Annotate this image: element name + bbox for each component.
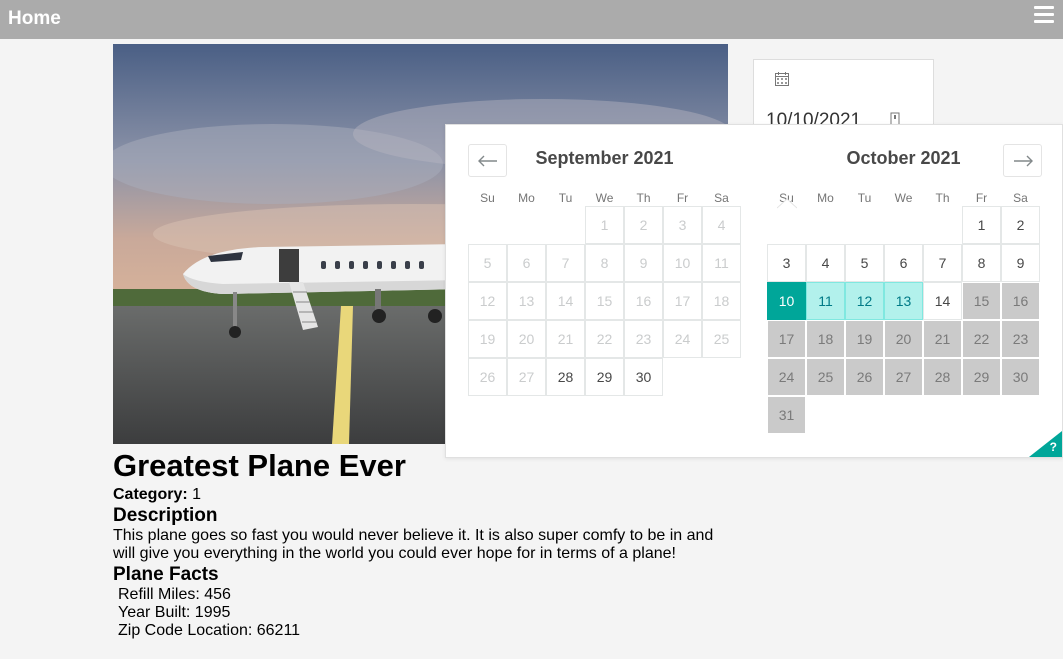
calendar-day[interactable]: 1 [962, 206, 1001, 244]
calendar-day[interactable]: 2 [1001, 206, 1040, 244]
calendar-day: 16 [624, 282, 663, 320]
calendar-day: 10 [663, 244, 702, 282]
calendar-day[interactable]: 19 [845, 320, 884, 358]
calendar-day[interactable]: 24 [767, 358, 806, 396]
calendar-day[interactable]: 3 [767, 244, 806, 282]
calendar-day[interactable]: 15 [962, 282, 1001, 320]
calendar-day: 11 [702, 244, 741, 282]
calendar-day[interactable]: 30 [1001, 358, 1040, 396]
datepicker-popup: September 2021 October 2021 Su Mo Tu We … [445, 124, 1063, 458]
calendar-day[interactable]: 11 [806, 282, 845, 320]
help-toggle-icon[interactable] [1029, 431, 1062, 457]
calendar-day[interactable]: 10 [767, 282, 806, 320]
calendar-day: 3 [663, 206, 702, 244]
home-link[interactable]: Home [8, 8, 61, 30]
calendar-day[interactable]: 14 [923, 282, 962, 320]
facts-heading: Plane Facts [113, 564, 219, 585]
weekday-label: Tu [558, 191, 573, 205]
weekday-label: Mo [518, 191, 535, 205]
calendar-grid-september: 1 2 3 4 5 6 7 8 9 10 11 12 13 14 15 16 17 18 19 20 21 22 23 24 2… [468, 206, 741, 434]
calendar-day: 17 [663, 282, 702, 320]
calendar-day[interactable]: 18 [806, 320, 845, 358]
weekday-label: Th [935, 191, 950, 205]
calendar-day[interactable]: 17 [767, 320, 806, 358]
calendar-day[interactable]: 28 [923, 358, 962, 396]
calendar-day[interactable]: 13 [884, 282, 923, 320]
calendar-day[interactable]: 30 [624, 358, 663, 396]
calendar-day[interactable]: 29 [585, 358, 624, 396]
calendar-day: 25 [702, 320, 741, 358]
calendar-day[interactable]: 5 [845, 244, 884, 282]
calendar-day: 8 [585, 244, 624, 282]
calendar-day[interactable]: 12 [845, 282, 884, 320]
fact-refill-miles: Refill Miles: 456 [118, 586, 231, 603]
weekday-label: We [595, 191, 614, 205]
fact-year-built: Year Built: 1995 [118, 604, 231, 621]
calendar-day[interactable]: 16 [1001, 282, 1040, 320]
category-value: 1 [187, 486, 202, 503]
description-text: This plane goes so fast you would never … [113, 527, 714, 562]
weekday-label: Sa [1013, 191, 1028, 205]
calendar-day: 1 [585, 206, 624, 244]
calendar-day: 9 [624, 244, 663, 282]
hamburger-menu-icon[interactable] [1034, 6, 1054, 26]
calendar-day[interactable]: 8 [962, 244, 1001, 282]
calendar-day[interactable]: 20 [884, 320, 923, 358]
calendar-day: 15 [585, 282, 624, 320]
calendar-grid-october: 1 2 3 4 5 6 7 8 9 10 11 12 13 14 15 16 17 18 19 20 21 22 23 24 2… [767, 206, 1040, 434]
fact-zip-code: Zip Code Location: 66211 [118, 622, 301, 639]
calendar-day: 12 [468, 282, 507, 320]
calendar-day: 14 [546, 282, 585, 320]
calendar-day: 27 [507, 358, 546, 396]
calendar-day: 22 [585, 320, 624, 358]
calendar-day: 4 [702, 206, 741, 244]
calendar-day: 19 [468, 320, 507, 358]
calendar-day: 24 [663, 320, 702, 358]
help-label[interactable]: ? [1050, 440, 1057, 454]
weekday-label: Th [636, 191, 651, 205]
month-title-october: October 2021 [846, 148, 961, 168]
calendar-day[interactable]: 26 [845, 358, 884, 396]
weekday-label: Fr [676, 191, 689, 205]
calendar-day: 13 [507, 282, 546, 320]
calendar-day: 6 [507, 244, 546, 282]
calendar-day: 23 [624, 320, 663, 358]
calendar-day[interactable]: 25 [806, 358, 845, 396]
calendar-day: 2 [624, 206, 663, 244]
category-line: Category: 1 [113, 486, 733, 504]
calendar-day[interactable]: 7 [923, 244, 962, 282]
calendar-day[interactable]: 6 [884, 244, 923, 282]
calendar-day: 18 [702, 282, 741, 320]
calendar-day[interactable]: 22 [962, 320, 1001, 358]
plane-details: Greatest Plane Ever Category: 1 Descript… [113, 448, 733, 640]
weekday-header-september: Su Mo Tu We Th Fr Sa [468, 191, 741, 205]
month-title-september: September 2021 [535, 148, 674, 168]
calendar-day: 7 [546, 244, 585, 282]
calendar-day: 20 [507, 320, 546, 358]
description-heading: Description [113, 505, 218, 526]
weekday-label: Sa [714, 191, 729, 205]
calendar-day[interactable]: 21 [923, 320, 962, 358]
calendar-day[interactable]: 4 [806, 244, 845, 282]
weekday-label: We [894, 191, 913, 205]
weekday-label: Tu [857, 191, 872, 205]
calendar-day: 5 [468, 244, 507, 282]
weekday-header-october: Su Mo Tu We Th Fr Sa [767, 191, 1040, 205]
calendar-day: 26 [468, 358, 507, 396]
calendar-day[interactable]: 31 [767, 396, 806, 434]
calendar-day[interactable]: 9 [1001, 244, 1040, 282]
weekday-label: Su [480, 191, 495, 205]
calendar-day: 21 [546, 320, 585, 358]
calendar-day[interactable]: 27 [884, 358, 923, 396]
weekday-label: Mo [817, 191, 834, 205]
weekday-label: Fr [975, 191, 988, 205]
calendar-icon[interactable] [775, 72, 789, 86]
calendar-day[interactable]: 28 [546, 358, 585, 396]
calendar-day[interactable]: 29 [962, 358, 1001, 396]
top-bar: Home [0, 0, 1063, 39]
category-label: Category: [113, 486, 188, 503]
calendar-day[interactable]: 23 [1001, 320, 1040, 358]
